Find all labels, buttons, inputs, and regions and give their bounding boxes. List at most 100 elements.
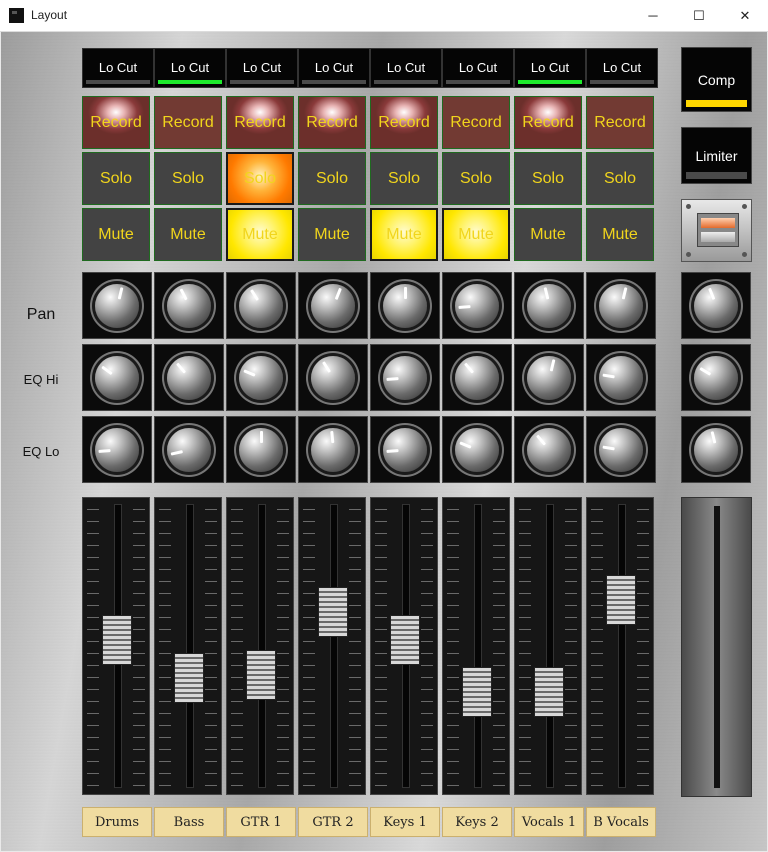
eq-lo-gtr-2-knob-dial xyxy=(311,427,355,472)
locut-button-keys-1[interactable]: Lo Cut xyxy=(370,48,442,88)
record-button-b-vocals[interactable]: Record xyxy=(586,96,654,149)
eq-hi-knob-drums[interactable] xyxy=(82,344,152,411)
solo-button-keys-1[interactable]: Solo xyxy=(370,152,438,205)
pan-drums-knob-pointer xyxy=(117,286,124,300)
master-eq-hi-knob[interactable] xyxy=(681,344,751,411)
volume-fader-gtr-2[interactable] xyxy=(298,497,366,795)
master-fader[interactable] xyxy=(681,497,752,797)
master-pan-knob[interactable] xyxy=(681,272,751,339)
volume-fader-vocals-1[interactable] xyxy=(514,497,582,795)
locut-indicator xyxy=(158,80,222,84)
solo-button-b-vocals[interactable]: Solo xyxy=(586,152,654,205)
master-fader-track xyxy=(714,506,720,788)
pan-knob-drums[interactable] xyxy=(82,272,152,339)
pan-knob-keys-2[interactable] xyxy=(442,272,512,339)
eq-lo-knob-vocals-1[interactable] xyxy=(514,416,584,483)
pan-knob-b-vocals[interactable] xyxy=(586,272,656,339)
volume-fader-bass[interactable] xyxy=(154,497,222,795)
pan-knob-gtr-2[interactable] xyxy=(298,272,368,339)
mute-button-drums[interactable]: Mute xyxy=(82,208,150,261)
mute-button-keys-2[interactable]: Mute xyxy=(442,208,510,261)
locut-indicator xyxy=(518,80,582,84)
maximize-button[interactable]: ☐ xyxy=(676,0,722,31)
fader-cap-gtr-1[interactable] xyxy=(246,650,276,701)
record-button-gtr-2[interactable]: Record xyxy=(298,96,366,149)
fader-track xyxy=(618,504,626,788)
locut-label: Lo Cut xyxy=(458,60,498,75)
record-button-bass[interactable]: Record xyxy=(154,96,222,149)
locut-indicator xyxy=(590,80,654,84)
eq-hi-knob-b-vocals[interactable] xyxy=(586,344,656,411)
solo-button-keys-2[interactable]: Solo xyxy=(442,152,510,205)
eq-hi-row-label: EQ Hi xyxy=(23,372,59,387)
eq-hi-knob-vocals-1[interactable] xyxy=(514,344,584,411)
eq-hi-keys-2-knob-pointer xyxy=(464,362,475,374)
window-titlebar: Layout ─ ☐ ✕ xyxy=(0,0,768,32)
mute-button-gtr-2[interactable]: Mute xyxy=(298,208,366,261)
fader-cap-bass[interactable] xyxy=(174,652,204,703)
app-icon xyxy=(9,8,24,23)
volume-fader-gtr-1[interactable] xyxy=(226,497,294,795)
close-button[interactable]: ✕ xyxy=(722,0,768,31)
eq-lo-knob-drums[interactable] xyxy=(82,416,152,483)
locut-button-drums[interactable]: Lo Cut xyxy=(82,48,154,88)
toggle-switch[interactable] xyxy=(681,199,752,262)
volume-fader-keys-1[interactable] xyxy=(370,497,438,795)
mute-button-vocals-1[interactable]: Mute xyxy=(514,208,582,261)
eq-hi-knob-gtr-2[interactable] xyxy=(298,344,368,411)
locut-button-gtr-1[interactable]: Lo Cut xyxy=(226,48,298,88)
record-button-vocals-1[interactable]: Record xyxy=(514,96,582,149)
pan-keys-1-knob-dial xyxy=(383,283,427,328)
locut-button-vocals-1[interactable]: Lo Cut xyxy=(514,48,586,88)
fader-cap-b-vocals[interactable] xyxy=(606,574,636,625)
volume-fader-b-vocals[interactable] xyxy=(586,497,654,795)
record-button-keys-1[interactable]: Record xyxy=(370,96,438,149)
eq-hi-gtr-2-knob-pointer xyxy=(322,360,332,373)
limiter-button[interactable]: Limiter xyxy=(681,127,752,184)
fader-cap-drums[interactable] xyxy=(102,614,132,665)
mute-button-bass[interactable]: Mute xyxy=(154,208,222,261)
volume-fader-keys-2[interactable] xyxy=(442,497,510,795)
volume-fader-drums[interactable] xyxy=(82,497,150,795)
solo-button-bass[interactable]: Solo xyxy=(154,152,222,205)
eq-hi-knob-gtr-1[interactable] xyxy=(226,344,296,411)
record-button-drums[interactable]: Record xyxy=(82,96,150,149)
solo-button-gtr-2[interactable]: Solo xyxy=(298,152,366,205)
eq-lo-knob-b-vocals[interactable] xyxy=(586,416,656,483)
solo-button-gtr-1[interactable]: Solo xyxy=(226,152,294,205)
fader-cap-keys-1[interactable] xyxy=(390,614,420,665)
solo-button-vocals-1[interactable]: Solo xyxy=(514,152,582,205)
pan-knob-bass[interactable] xyxy=(154,272,224,339)
locut-button-bass[interactable]: Lo Cut xyxy=(154,48,226,88)
master-eq-lo-knob[interactable] xyxy=(681,416,751,483)
eq-lo-knob-bass[interactable] xyxy=(154,416,224,483)
pan-knob-vocals-1[interactable] xyxy=(514,272,584,339)
fader-cap-keys-2[interactable] xyxy=(462,666,492,717)
eq-hi-knob-keys-1[interactable] xyxy=(370,344,440,411)
locut-button-b-vocals[interactable]: Lo Cut xyxy=(586,48,658,88)
eq-lo-knob-gtr-2[interactable] xyxy=(298,416,368,483)
mute-button-b-vocals[interactable]: Mute xyxy=(586,208,654,261)
locut-button-gtr-2[interactable]: Lo Cut xyxy=(298,48,370,88)
record-button-gtr-1[interactable]: Record xyxy=(226,96,294,149)
locut-button-keys-2[interactable]: Lo Cut xyxy=(442,48,514,88)
fader-cap-gtr-2[interactable] xyxy=(318,586,348,637)
mute-button-keys-1[interactable]: Mute xyxy=(370,208,438,261)
pan-knob-gtr-1[interactable] xyxy=(226,272,296,339)
solo-button-drums[interactable]: Solo xyxy=(82,152,150,205)
comp-button[interactable]: Comp xyxy=(681,47,752,112)
limiter-label: Limiter xyxy=(695,148,738,164)
fader-cap-vocals-1[interactable] xyxy=(534,666,564,717)
eq-hi-knob-bass[interactable] xyxy=(154,344,224,411)
minimize-button[interactable]: ─ xyxy=(630,0,676,31)
channel-label-bass: Bass xyxy=(154,807,224,837)
eq-lo-knob-gtr-1[interactable] xyxy=(226,416,296,483)
eq-hi-knob-keys-2[interactable] xyxy=(442,344,512,411)
record-button-keys-2[interactable]: Record xyxy=(442,96,510,149)
eq-lo-keys-2-knob-dial xyxy=(455,427,499,472)
eq-lo-knob-keys-2[interactable] xyxy=(442,416,512,483)
eq-lo-knob-keys-1[interactable] xyxy=(370,416,440,483)
mute-button-gtr-1[interactable]: Mute xyxy=(226,208,294,261)
eq-hi-vocals-1-knob-dial xyxy=(527,355,571,400)
pan-knob-keys-1[interactable] xyxy=(370,272,440,339)
